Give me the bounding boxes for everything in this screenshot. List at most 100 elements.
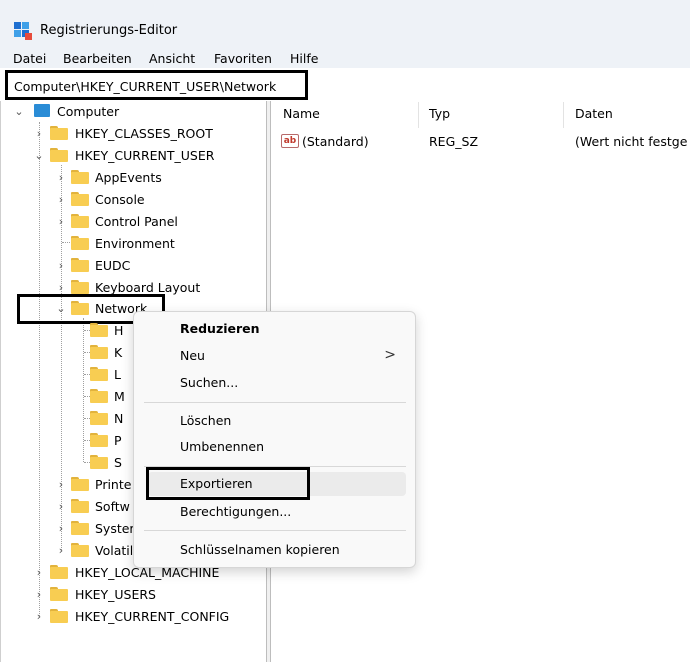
submenu-arrow-icon: > xyxy=(384,347,396,363)
menu-datei[interactable]: Datei xyxy=(13,51,46,67)
folder-icon xyxy=(71,521,89,535)
menu-item-new[interactable]: Neu > xyxy=(148,344,406,368)
folder-icon xyxy=(71,170,89,184)
folder-icon xyxy=(71,543,89,557)
tree-node-hkey-current-config[interactable]: › HKEY_CURRENT_CONFIG xyxy=(0,606,260,628)
column-divider[interactable] xyxy=(563,102,564,128)
tree-node-hkey-users[interactable]: › HKEY_USERS xyxy=(0,584,260,606)
tree-node-hkey-current-user[interactable]: ⌄ HKEY_CURRENT_USER xyxy=(0,145,260,167)
tree-node-network-sub[interactable]: L xyxy=(0,364,140,386)
string-value-icon: ab xyxy=(281,134,299,148)
menu-item-permissions[interactable]: Berechtigungen... xyxy=(148,500,406,524)
tree-label: M xyxy=(114,389,125,404)
expand-chevron-icon[interactable]: › xyxy=(33,609,45,625)
tree-label: Control Panel xyxy=(95,214,178,229)
tree-label: EUDC xyxy=(95,258,131,273)
registry-editor-icon xyxy=(14,22,32,40)
expand-chevron-icon[interactable]: › xyxy=(55,499,67,515)
expand-chevron-icon[interactable]: › xyxy=(55,170,67,186)
tree-label: K xyxy=(114,345,123,360)
value-row-standard[interactable]: (Standard) REG_SZ (Wert nicht festge xyxy=(278,131,690,151)
menu-separator xyxy=(144,530,406,531)
folder-icon xyxy=(71,258,89,272)
menu-item-label: Reduzieren xyxy=(180,321,260,336)
folder-icon xyxy=(50,565,68,579)
menu-item-copy-key-name[interactable]: Schlüsselnamen kopieren xyxy=(148,538,406,562)
menu-hilfe[interactable]: Hilfe xyxy=(290,51,318,67)
tree-node-network-sub[interactable]: K xyxy=(0,342,140,364)
tree-node-console[interactable]: › Console xyxy=(0,189,260,211)
tree-node-hkey-classes-root[interactable]: › HKEY_CLASSES_ROOT xyxy=(0,123,260,145)
folder-icon xyxy=(71,214,89,228)
menu-ansicht[interactable]: Ansicht xyxy=(149,51,195,67)
tree-label: HKEY_CLASSES_ROOT xyxy=(75,126,213,141)
expand-chevron-icon[interactable]: › xyxy=(33,126,45,142)
expand-chevron-icon[interactable]: › xyxy=(55,258,67,274)
menu-bearbeiten[interactable]: Bearbeiten xyxy=(63,51,132,67)
tree-node-network-sub[interactable]: H xyxy=(0,320,140,342)
menu-item-find[interactable]: Suchen... xyxy=(148,371,406,395)
menu-item-delete[interactable]: Löschen xyxy=(148,409,406,433)
tree-label: Environment xyxy=(95,236,175,251)
collapse-chevron-icon[interactable]: ⌄ xyxy=(13,104,25,120)
tree-label: Computer xyxy=(57,104,120,119)
tree-node-control-panel[interactable]: › Control Panel xyxy=(0,211,260,233)
expand-chevron-icon[interactable]: › xyxy=(55,192,67,208)
tree-label: L xyxy=(114,367,121,382)
folder-icon xyxy=(50,587,68,601)
menu-separator xyxy=(144,402,406,403)
column-header-type[interactable]: Typ xyxy=(429,106,450,122)
address-bar[interactable]: Computer\HKEY_CURRENT_USER\Network xyxy=(5,70,308,100)
expand-chevron-icon[interactable]: › xyxy=(55,214,67,230)
tree-label: HKEY_CURRENT_CONFIG xyxy=(75,609,230,624)
tree-node-system[interactable]: › Syster xyxy=(0,518,140,540)
menu-item-label: Umbenennen xyxy=(180,439,265,454)
folder-icon xyxy=(50,126,68,140)
folder-icon xyxy=(90,411,108,425)
computer-icon xyxy=(34,104,50,117)
value-type: REG_SZ xyxy=(429,134,479,149)
tree-node-network-sub[interactable]: N xyxy=(0,408,140,430)
expand-chevron-icon[interactable]: › xyxy=(33,565,45,581)
menu-item-label: Löschen xyxy=(180,413,232,428)
folder-icon xyxy=(90,455,108,469)
folder-icon xyxy=(90,345,108,359)
context-menu: Reduzieren Neu > Suchen... Löschen Umben… xyxy=(133,311,416,568)
folder-icon xyxy=(71,192,89,206)
expand-chevron-icon[interactable]: › xyxy=(55,543,67,559)
tree-node-computer[interactable]: ⌄ Computer xyxy=(0,101,260,123)
tree-node-software[interactable]: › Softw xyxy=(0,496,140,518)
title-bar: Registrierungs-Editor xyxy=(0,0,690,46)
tree-node-volatile[interactable]: › Volatil xyxy=(0,540,140,562)
collapse-chevron-icon[interactable]: ⌄ xyxy=(33,148,45,164)
tree-label: HKEY_USERS xyxy=(75,587,156,602)
menu-item-label: Neu xyxy=(180,348,205,363)
folder-icon xyxy=(90,367,108,381)
menu-item-label: Schlüsselnamen kopieren xyxy=(180,542,340,557)
expand-chevron-icon[interactable]: › xyxy=(55,477,67,493)
tree-node-network-sub[interactable]: S xyxy=(0,452,140,474)
tree-label: H xyxy=(114,323,124,338)
tree-node-eudc[interactable]: › EUDC xyxy=(0,255,260,277)
expand-chevron-icon[interactable]: › xyxy=(55,521,67,537)
folder-icon xyxy=(90,323,108,337)
tree-label: S xyxy=(114,455,122,470)
menu-favoriten[interactable]: Favoriten xyxy=(214,51,272,67)
column-divider[interactable] xyxy=(418,102,419,128)
expand-chevron-icon[interactable]: › xyxy=(33,587,45,603)
tree-node-network-sub[interactable]: P xyxy=(0,430,140,452)
tree-node-printers[interactable]: › Printe xyxy=(0,474,140,496)
tree-node-environment[interactable]: Environment xyxy=(0,233,260,255)
menu-item-rename[interactable]: Umbenennen xyxy=(148,435,406,459)
tree-node-network-sub[interactable]: M xyxy=(0,386,140,408)
tree-label: P xyxy=(114,433,122,448)
tree-node-appevents[interactable]: › AppEvents xyxy=(0,167,260,189)
column-header-name[interactable]: Name xyxy=(283,106,320,122)
menu-item-collapse[interactable]: Reduzieren xyxy=(148,317,406,341)
folder-icon xyxy=(71,477,89,491)
tree-label: AppEvents xyxy=(95,170,162,185)
column-header-data[interactable]: Daten xyxy=(575,106,613,122)
folder-icon xyxy=(50,148,68,162)
value-data: (Wert nicht festge xyxy=(575,134,688,149)
tree-label: HKEY_CURRENT_USER xyxy=(75,148,215,163)
